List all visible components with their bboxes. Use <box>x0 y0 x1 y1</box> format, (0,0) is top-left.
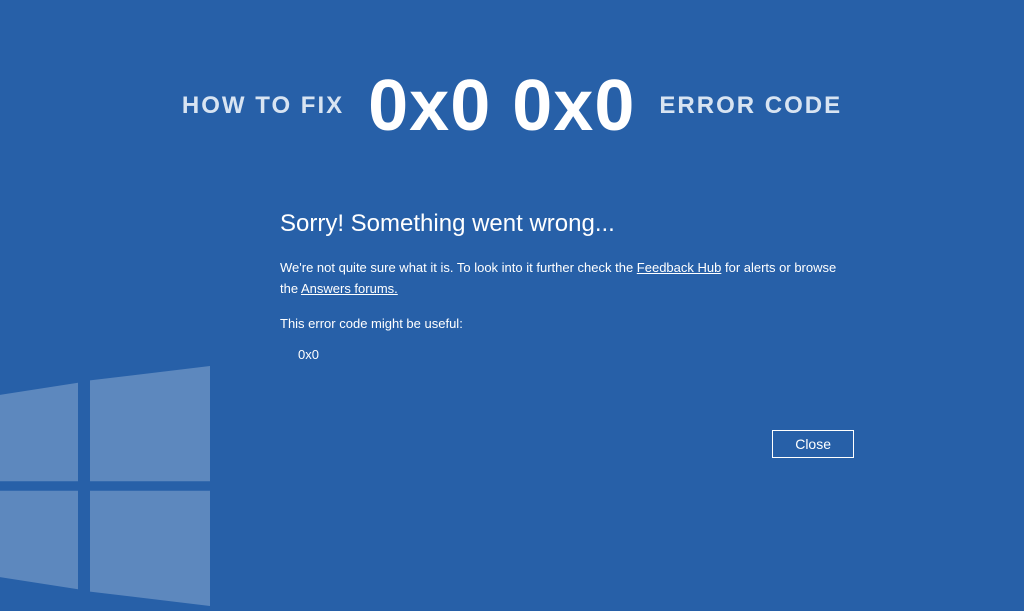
close-button[interactable]: Close <box>772 430 854 458</box>
feedback-hub-link[interactable]: Feedback Hub <box>637 260 722 275</box>
title-suffix: ERROR CODE <box>659 92 842 120</box>
page-title-banner: HOW TO FIX 0x0 0x0 ERROR CODE <box>0 70 1024 142</box>
error-description: We're not quite sure what it is. To look… <box>280 258 840 300</box>
error-message-panel: Sorry! Something went wrong... We're not… <box>280 210 840 362</box>
error-title: Sorry! Something went wrong... <box>280 210 840 238</box>
error-hint: This error code might be useful: <box>280 316 840 331</box>
answers-forums-link[interactable]: Answers forums. <box>301 281 398 296</box>
error-code-value: 0x0 <box>298 347 840 362</box>
error-desc-text-1: We're not quite sure what it is. To look… <box>280 260 637 275</box>
title-error-code: 0x0 0x0 <box>368 70 635 142</box>
windows-logo-icon <box>0 366 210 606</box>
title-prefix: HOW TO FIX <box>182 92 344 120</box>
